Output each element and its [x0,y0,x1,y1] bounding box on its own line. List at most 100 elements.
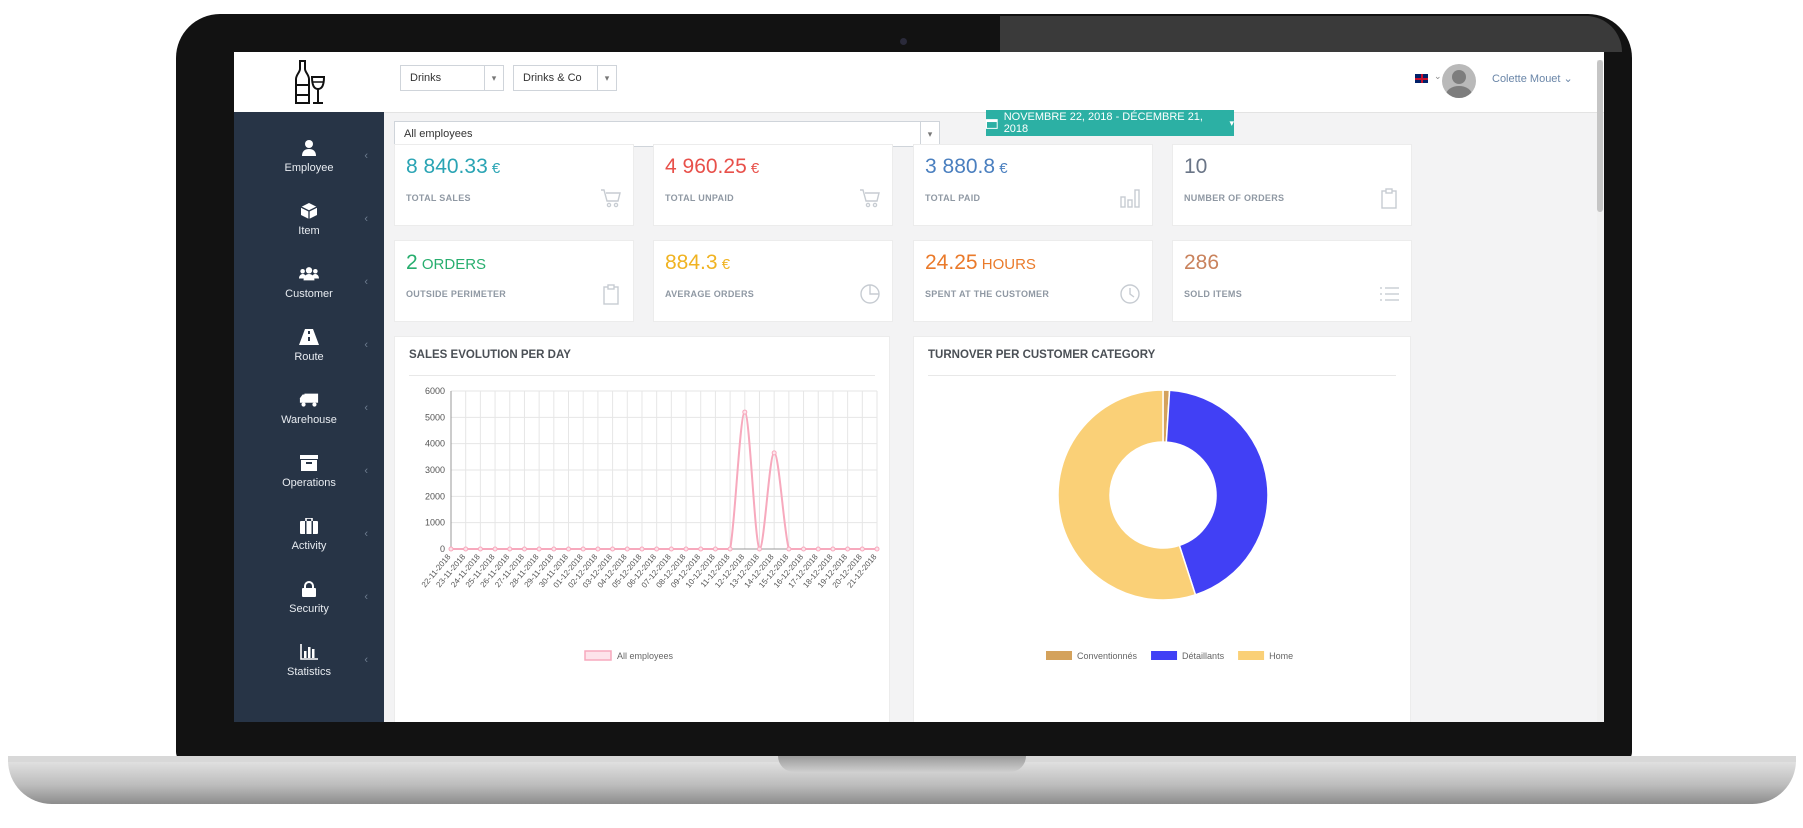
stat-label: TOTAL UNPAID [665,193,734,203]
y-tick-label: 3000 [425,465,445,475]
sidebar-item-employee[interactable]: Employee ‹ [234,124,384,187]
company-select-value: Drinks [410,72,442,84]
stat-number: 3 880.8 [925,155,996,178]
sidebar-item-item[interactable]: Item ‹ [234,187,384,250]
sidebar: Employee ‹ Item ‹ Customer ‹ Route ‹ War… [234,52,384,722]
data-point [551,546,557,552]
stat-unit: € [746,160,760,177]
sales-evolution-panel: SALES EVOLUTION PER DAY 0 1000 2000 3000 400… [394,336,890,722]
data-point [771,450,777,456]
sidebar-item-statistics[interactable]: Statistics ‹ [234,628,384,691]
chevron-down-icon: ▾ [920,122,939,146]
sidebar-item-activity[interactable]: Activity ‹ [234,502,384,565]
company-select[interactable]: Drinks ▾ [400,65,504,91]
chevron-left-icon: ‹ [364,339,368,351]
stat-value: 4 960.25 € [665,155,759,179]
sidebar-item-label: Activity [291,539,327,552]
stat-value: 8 840.33 € [406,155,500,179]
clipboard-icon [600,283,622,305]
bottle-glass-icon [295,60,326,104]
chevron-left-icon: ‹ [364,402,368,414]
employee-select-value: All employees [404,128,473,140]
sidebar-item-label: Security [289,602,329,615]
stat-number: 24.25 [925,251,978,274]
legend-label[interactable]: Conventionnés [1077,651,1138,661]
stat-label: AVERAGE ORDERS [665,289,755,299]
chevron-down-icon: ▾ [484,66,503,90]
turnover-category-chart: Conventionnés Détaillants Home [1046,389,1293,661]
data-point [859,546,865,552]
laptop-camera [900,38,907,45]
stat-number: 10 [1184,155,1208,178]
sidebar-item-label: Warehouse [281,413,337,426]
legend-label[interactable]: Home [1269,651,1293,661]
stat-label: TOTAL PAID [925,193,981,203]
date-range-button[interactable]: NOVEMBRE 22, 2018 - DÉCEMBRE 21, 2018 ▾ [986,110,1234,136]
sidebar-item-warehouse[interactable]: Warehouse ‹ [234,376,384,439]
legend-label[interactable]: Détaillants [1182,651,1225,661]
chevron-left-icon: ‹ [364,528,368,540]
stat-value: 24.25 HOURS [925,251,1036,275]
data-point [624,546,630,552]
sidebar-item-customer[interactable]: Customer ‹ [234,250,384,313]
stat-card: 8 840.33 € TOTAL SALES [394,144,634,226]
uk-flag-icon[interactable] [1415,74,1428,83]
stat-value: 10 [1184,155,1207,179]
sidebar-item-route[interactable]: Route ‹ [234,313,384,376]
legend-swatch [1046,651,1072,660]
chevron-left-icon: ‹ [364,654,368,666]
sidebar-item-operations[interactable]: Operations ‹ [234,439,384,502]
data-point [580,546,586,552]
sidebar-item-security[interactable]: Security ‹ [234,565,384,628]
stat-card: 884.3 € AVERAGE ORDERS [653,240,893,322]
chevron-down-icon[interactable]: ⌄ [1434,71,1442,82]
scrollbar[interactable] [1597,60,1603,722]
stat-card: 2 ORDERS OUTSIDE PERIMETER [394,240,634,322]
road-icon [299,327,319,347]
user-menu[interactable]: Colette Mouet ⌄ [1492,72,1573,85]
legend-swatch [1151,651,1178,660]
stat-card: 4 960.25 € TOTAL UNPAID [653,144,893,226]
data-point [815,546,821,552]
stat-number: 4 960.25 [665,155,747,178]
calendar-icon [986,118,998,129]
avatar[interactable] [1442,64,1476,98]
stat-value: 884.3 € [665,251,730,275]
stat-card: 3 880.8 € TOTAL PAID [913,144,1153,226]
data-point [727,546,733,552]
legend-label[interactable]: All employees [617,651,674,661]
data-point [801,546,807,552]
chevron-down-icon: ▾ [597,66,616,90]
sidebar-item-label: Operations [282,476,336,489]
data-point [712,546,718,552]
stat-label: SOLD ITEMS [1184,289,1243,299]
date-range-label: NOVEMBRE 22, 2018 - DÉCEMBRE 21, 2018 [1003,111,1203,135]
stat-value: 286 [1184,251,1219,275]
sidebar-item-label: Employee [284,161,334,174]
store-select[interactable]: Drinks & Co ▾ [513,65,617,91]
clipboard-icon [1378,187,1400,209]
sidebar-item-label: Item [298,224,320,237]
brand-logo[interactable] [234,52,384,112]
sales-evolution-chart: 010002000300040005000600022-11-201823-11… [420,386,880,661]
data-point [639,546,645,552]
stat-number: 286 [1184,251,1220,274]
bar-chart-icon [1119,187,1141,209]
data-point [698,546,704,552]
cart-icon [859,187,881,209]
data-point [668,546,674,552]
data-point [845,546,851,552]
y-tick-label: 6000 [425,386,445,396]
series-line-all-employees [451,411,877,551]
data-point [566,546,572,552]
data-point [521,546,527,552]
data-point [595,546,601,552]
sidebar-item-label: Statistics [286,665,331,678]
y-tick-label: 2000 [425,491,445,501]
data-point [477,546,483,552]
briefcase-icon [299,516,319,536]
laptop-lid-reflection [1000,16,1622,52]
data-point [507,546,513,552]
scrollbar-thumb[interactable] [1597,60,1603,212]
stat-number: 8 840.33 [406,155,488,178]
